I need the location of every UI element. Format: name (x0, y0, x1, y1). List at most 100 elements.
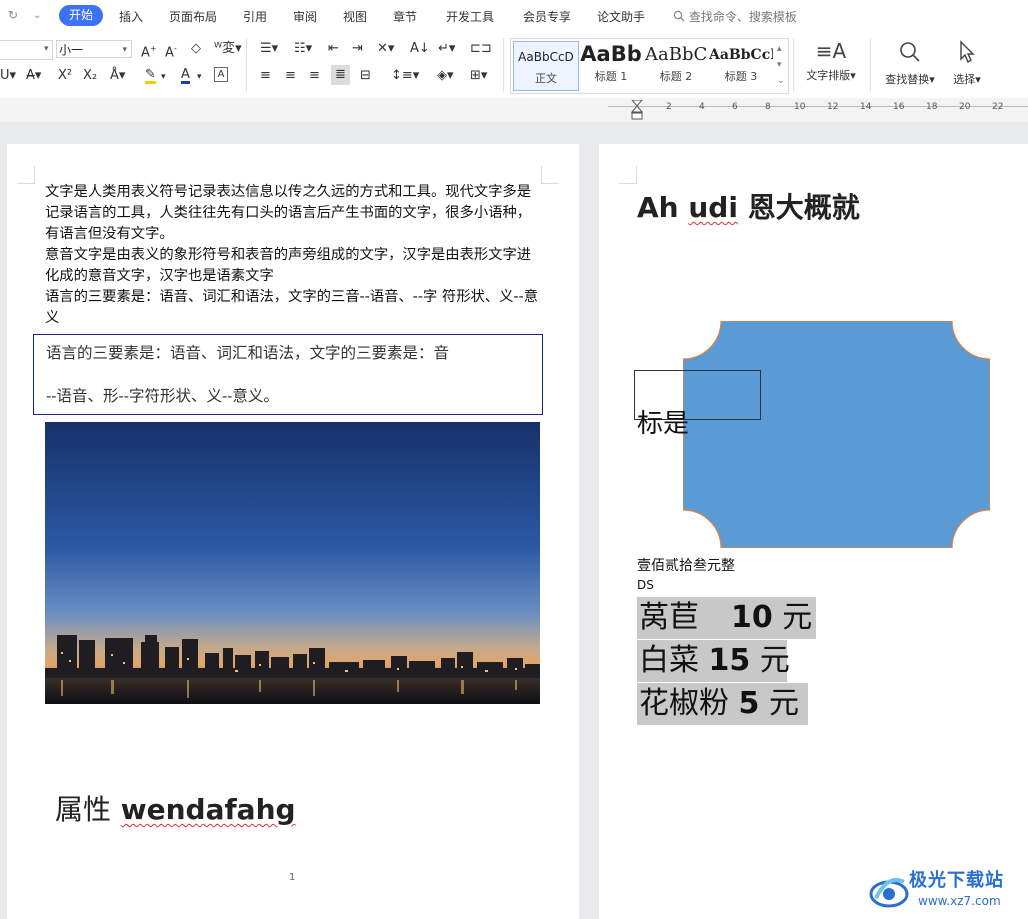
style-gallery: AaBbCcD 正文 AaBb 标题 1 AaBbC 标题 2 AaBbCcI … (510, 38, 789, 94)
style-heading-1[interactable]: AaBb 标题 1 (579, 41, 643, 89)
tab-stops-icon[interactable]: ⊏⊐ (470, 41, 492, 57)
price-line[interactable]: 花椒粉 5 元 (637, 683, 808, 725)
align-left-icon[interactable]: ≡ (260, 68, 271, 84)
justify-icon[interactable]: ≣ (331, 65, 350, 85)
borders-icon[interactable]: ⊞▾ (470, 68, 487, 84)
style-name: 正文 (535, 72, 557, 85)
highlight-icon[interactable]: ✎ (145, 68, 156, 84)
style-heading-3[interactable]: AaBbCcI 标题 3 (709, 41, 773, 89)
tab-member[interactable]: 会员专享 (523, 8, 571, 25)
bullets-icon[interactable]: ☰▾ (260, 41, 278, 57)
price-amount: 5 (738, 686, 760, 721)
city-night-photo[interactable] (45, 422, 540, 704)
scroll-down-icon[interactable]: ▾ (777, 57, 782, 73)
ruler-tick: 2 (666, 102, 672, 112)
body-text[interactable]: 文字是人类用表义符号记录表达信息以传之久远的方式和工具。现代文字多是记录语言的工… (45, 182, 543, 329)
subscript-icon[interactable]: X₂ (83, 68, 97, 84)
align-center-icon[interactable]: ≡ (285, 68, 296, 84)
paragraph[interactable]: 语言的三要素是：语音、词汇和语法，文字的三音--语音、--字 符形状、义--意义 (45, 287, 543, 329)
ruler-tick: 10 (794, 102, 806, 112)
align-right-icon[interactable]: ≡ (309, 68, 320, 84)
underline-icon[interactable]: U▾ (0, 68, 16, 84)
chevron-down-icon: ▾ (122, 45, 127, 55)
price-unit: 元 (768, 686, 799, 721)
ruler-tick: 14 (860, 102, 872, 112)
tab-home[interactable]: 开始 (59, 5, 103, 26)
line-spacing-icon[interactable]: ↕≡▾ (391, 68, 419, 84)
divider (870, 38, 871, 92)
numbering-icon[interactable]: ☷▾ (294, 41, 312, 57)
font-size-value: 小一 (59, 43, 84, 57)
ruler-tick: 8 (765, 102, 771, 112)
shrink-font-icon[interactable]: A- (165, 41, 177, 61)
shape-label[interactable]: 标是 (637, 403, 689, 440)
paragraph[interactable]: 意音文字是由表义的象形符号和表音的声旁组成的文字，汉字是由表形文字进化成的意音文… (45, 245, 543, 287)
horizontal-ruler[interactable]: 2 4 6 8 10 12 14 16 18 20 22 (608, 100, 1028, 120)
ds-text[interactable]: DS (637, 578, 654, 592)
decrease-indent-icon[interactable]: ⇤ (328, 41, 339, 57)
strikethrough-icon[interactable]: A̶▾ (26, 68, 41, 84)
grow-font-icon[interactable]: A+ (141, 41, 157, 61)
tab-developer[interactable]: 开发工具 (446, 8, 494, 25)
distribute-icon[interactable]: ⊟ (360, 68, 371, 84)
city-skyline-image (45, 422, 540, 704)
price-item: 白菜 (639, 643, 699, 678)
text-layout-button[interactable]: ≡A 文字排版▾ (800, 38, 862, 92)
select-label: 选择 (953, 73, 976, 86)
price-unit: 元 (759, 643, 790, 678)
sort-icon[interactable]: A↓ (410, 41, 430, 57)
find-replace-button[interactable]: 查找替换▾ (878, 38, 942, 92)
page2-heading[interactable]: Ah udi 恩大概就 (637, 186, 860, 226)
command-search-placeholder: 查找命令、搜索模板 (688, 10, 797, 24)
quick-access-dropdown-icon[interactable]: ⌄ (33, 10, 41, 21)
find-replace-label: 查找替换 (885, 73, 930, 86)
page-number: 1 (289, 872, 296, 883)
shading-icon[interactable]: ◈▾ (437, 68, 454, 84)
text-box-line: 语言的三要素是：语音、词汇和语法，文字的三要素是：音 (46, 344, 450, 362)
clear-format-icon[interactable]: ◇ (191, 41, 201, 57)
ruler-tick: 16 (893, 102, 905, 112)
margin-corner-mark (17, 166, 35, 184)
site-watermark: 极光下载站 www.xz7.com (866, 864, 1026, 916)
font-size-select[interactable]: 小一 ▾ (56, 40, 132, 58)
indent-marker-icon[interactable] (631, 100, 643, 120)
select-button[interactable]: 选择▾ (944, 38, 990, 92)
ruler-tick: 20 (959, 102, 971, 112)
heading-text-en-2: udi (688, 191, 738, 224)
char-border-icon[interactable]: A (214, 67, 228, 82)
watermark-name: 极光下载站 (909, 870, 1004, 891)
tab-references[interactable]: 引用 (243, 8, 267, 25)
search-icon (673, 10, 685, 22)
tab-chapter[interactable]: 章节 (393, 8, 417, 25)
show-marks-icon[interactable]: ↵▾ (438, 41, 455, 57)
watermark-url: www.xz7.com (918, 894, 1001, 908)
tab-page-layout[interactable]: 页面布局 (169, 8, 217, 25)
more-styles-icon[interactable]: ⌄ (777, 73, 785, 89)
text-layout-label: 文字排版 (806, 69, 851, 82)
tab-view[interactable]: 视图 (343, 8, 367, 25)
text-box-line: --语音、形--字符形状、义--意义。 (46, 387, 279, 405)
chevron-down-icon: ▾ (197, 72, 202, 82)
tab-thesis-assistant[interactable]: 论文助手 (597, 8, 645, 25)
font-color-icon[interactable]: A (181, 68, 190, 84)
command-search[interactable]: 查找命令、搜索模板 (673, 8, 797, 25)
increase-indent-icon[interactable]: ⇥ (352, 41, 363, 57)
tab-review[interactable]: 审阅 (293, 8, 317, 25)
superscript-icon[interactable]: X² (58, 68, 72, 84)
text-box[interactable]: 语言的三要素是：语音、词汇和语法，文字的三要素是：音 --语音、形--字符形状、… (33, 334, 543, 415)
price-line[interactable]: 白菜 15 元 (637, 640, 790, 682)
paragraph[interactable]: 文字是人类用表义符号记录表达信息以传之久远的方式和工具。现代文字多是记录语言的工… (45, 182, 543, 245)
chinese-layout-icon[interactable]: ✕▾ (377, 41, 394, 57)
plaque-shape[interactable] (683, 321, 990, 548)
divider (503, 38, 504, 92)
style-normal[interactable]: AaBbCcD 正文 (513, 41, 579, 91)
tab-insert[interactable]: 插入 (119, 8, 143, 25)
document-heading[interactable]: 属性 wendafahg (55, 788, 296, 828)
style-heading-2[interactable]: AaBbC 标题 2 (645, 41, 707, 89)
price-line[interactable]: 莴苣 10 元 (637, 597, 816, 639)
text-effect-icon[interactable]: Å▾ (110, 68, 125, 84)
pinyin-guide-icon[interactable]: ᵂ変▾ (214, 41, 242, 57)
amount-in-words[interactable]: 壹佰贰拾叁元整 (637, 555, 735, 575)
redo-icon[interactable]: ↻ (8, 8, 18, 22)
scroll-up-icon[interactable]: ▴ (777, 41, 782, 57)
